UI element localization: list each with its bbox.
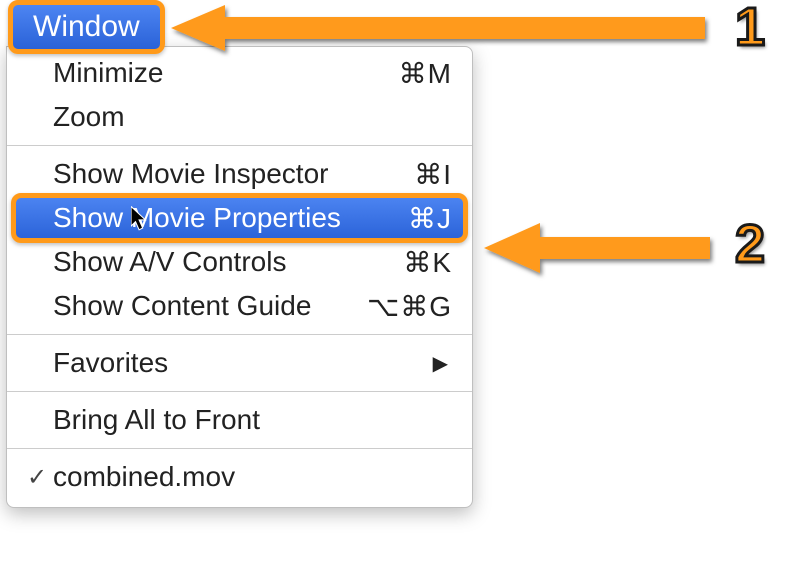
menubar-item-label: Window	[33, 12, 140, 42]
menu-item-label: Show Movie Properties	[51, 202, 408, 234]
menu-item-shortcut: ⌘K	[403, 246, 458, 279]
submenu-arrow-icon: ▶	[433, 351, 458, 376]
window-menu-dropdown: Minimize ⌘M Zoom Show Movie Inspector ⌘I…	[6, 46, 473, 508]
annotation-badge-1: 1	[735, 0, 765, 58]
menu-item-shortcut: ⌥⌘G	[367, 290, 458, 323]
annotation-badge-2: 2	[735, 213, 765, 275]
menu-item-label: Favorites	[51, 347, 433, 379]
menu-check-icon: ✓	[23, 463, 51, 492]
menu-separator	[7, 145, 472, 146]
menu-item-minimize[interactable]: Minimize ⌘M	[7, 51, 472, 95]
menu-item-bring-all-to-front[interactable]: Bring All to Front	[7, 398, 472, 442]
menu-item-label: Minimize	[51, 57, 399, 89]
menu-item-zoom[interactable]: Zoom	[7, 95, 472, 139]
menu-item-show-movie-properties[interactable]: Show Movie Properties ⌘J	[7, 196, 472, 240]
menu-item-label: Show Movie Inspector	[51, 158, 414, 190]
menubar-item-window[interactable]: Window	[8, 0, 165, 54]
menu-item-label: Zoom	[51, 101, 452, 133]
menu-item-shortcut: ⌘M	[399, 57, 458, 90]
menu-separator	[7, 391, 472, 392]
menu-item-combined-mov[interactable]: ✓ combined.mov	[7, 455, 472, 499]
menu-item-show-content-guide[interactable]: Show Content Guide ⌥⌘G	[7, 284, 472, 328]
menu-item-label: Bring All to Front	[51, 404, 458, 436]
menu-item-shortcut: ⌘J	[408, 202, 458, 235]
menu-item-shortcut: ⌘I	[414, 158, 458, 191]
annotation-arrow-2	[480, 215, 720, 285]
menu-item-label: combined.mov	[51, 461, 458, 493]
menu-item-label: Show Content Guide	[51, 290, 367, 322]
menu-separator	[7, 334, 472, 335]
menu-item-favorites[interactable]: Favorites ▶	[7, 341, 472, 385]
menu-item-show-movie-inspector[interactable]: Show Movie Inspector ⌘I	[7, 152, 472, 196]
menu-item-label: Show A/V Controls	[51, 246, 403, 278]
menu-item-show-av-controls[interactable]: Show A/V Controls ⌘K	[7, 240, 472, 284]
menu-separator	[7, 448, 472, 449]
